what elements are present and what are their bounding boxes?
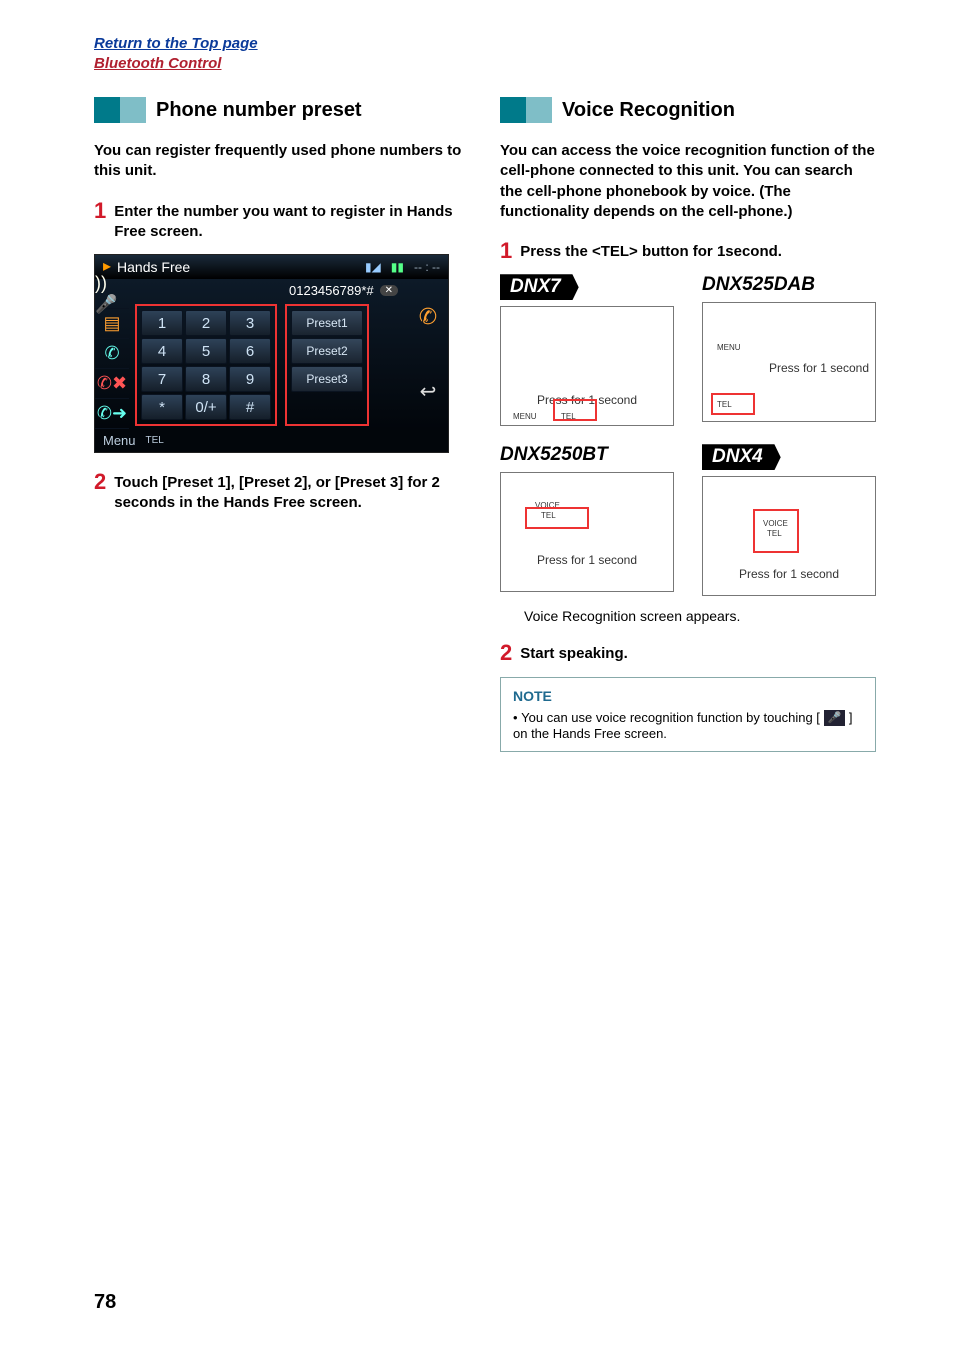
key-3[interactable]: 3	[229, 310, 271, 336]
step-number: 1	[94, 200, 106, 243]
step-text: Start speaking.	[520, 642, 628, 664]
step-number: 2	[500, 642, 512, 664]
incoming-icon[interactable]: ✆	[95, 339, 129, 369]
red-highlight-box	[553, 399, 597, 421]
step-text: Enter the number you want to register in…	[114, 200, 470, 243]
result-text: Voice Recognition screen appears.	[524, 608, 876, 624]
step-1: 1 Enter the number you want to register …	[94, 200, 470, 243]
key-8[interactable]: 8	[185, 366, 227, 392]
key-0[interactable]: 0/+	[185, 394, 227, 420]
preset-1-button[interactable]: Preset1	[291, 310, 363, 336]
section-header-left: Phone number preset	[94, 97, 470, 123]
header-square-light	[120, 97, 146, 123]
missed-icon[interactable]: ✆✖	[95, 369, 129, 399]
section-link[interactable]: Bluetooth Control	[94, 55, 221, 72]
step-text: Touch [Preset 1], [Preset 2], or [Preset…	[114, 471, 470, 514]
model-badge: DNX7	[500, 274, 579, 300]
step-2: 2 Touch [Preset 1], [Preset 2], or [Pres…	[94, 471, 470, 514]
intro-text: You can register frequently used phone n…	[94, 141, 470, 182]
press-caption: Press for 1 second	[769, 361, 869, 375]
note-title: NOTE	[513, 688, 863, 704]
hf-titlebar: ▸ Hands Free ▮◢ ▮▮ -- : --	[95, 255, 448, 279]
return-top-link[interactable]: Return to the Top page	[94, 35, 258, 52]
right-column: Voice Recognition You can access the voi…	[500, 97, 876, 752]
model-grid: DNX7 MENU TEL Press for 1 second DNX525D…	[500, 274, 876, 596]
step-2: 2 Start speaking.	[500, 642, 876, 664]
left-column: Phone number preset You can register fre…	[94, 97, 470, 752]
time-dashes: -- : --	[414, 260, 440, 274]
tel-label: TEL	[146, 435, 164, 446]
red-highlight-box	[711, 393, 755, 415]
model-name: DNX5250BT	[500, 444, 674, 466]
note-body: • You can use voice recognition function…	[513, 710, 863, 742]
red-highlight-box	[525, 507, 589, 529]
model-dnx5250bt: DNX5250BT VOICE TEL Press for 1 second	[500, 444, 674, 596]
key-star[interactable]: *	[141, 394, 183, 420]
model-dnx7: DNX7 MENU TEL Press for 1 second	[500, 274, 674, 426]
display-row: 0123456789*# ✕	[133, 279, 404, 304]
key-4[interactable]: 4	[141, 338, 183, 364]
header-square-dark	[500, 97, 526, 123]
header-square-dark	[94, 97, 120, 123]
back-icon[interactable]: ↩	[420, 379, 437, 404]
device-diagram-dnx525dab: MENU TEL Press for 1 second	[702, 302, 876, 422]
key-1[interactable]: 1	[141, 310, 183, 336]
section-header-right: Voice Recognition	[500, 97, 876, 123]
voice-recognition-icon: 🎤	[824, 710, 846, 726]
dialpad-highlight: 1 2 3 4 5 6 7 8	[135, 304, 277, 426]
hf-left-sidebar: ))🎤 ▤ ✆ ✆✖ ✆➜	[95, 279, 129, 429]
header-square-light	[526, 97, 552, 123]
key-7[interactable]: 7	[141, 366, 183, 392]
top-links: Return to the Top page Bluetooth Control	[94, 34, 876, 73]
note-text-a: You can use voice recognition function b…	[521, 710, 820, 725]
contacts-icon[interactable]: ▤	[95, 309, 129, 339]
menu-btn-label: MENU	[513, 412, 537, 421]
page-number: 78	[94, 1291, 116, 1314]
signal-icon: ▮◢	[365, 260, 381, 274]
key-9[interactable]: 9	[229, 366, 271, 392]
voice-icon[interactable]: ))🎤	[95, 279, 129, 309]
call-icon[interactable]: ✆	[419, 304, 437, 330]
presets-highlight: Preset1 Preset2 Preset3	[285, 304, 369, 426]
key-2[interactable]: 2	[185, 310, 227, 336]
device-diagram-dnx4: VOICE TEL Press for 1 second	[702, 476, 876, 596]
device-diagram-dnx7: MENU TEL Press for 1 second	[500, 306, 674, 426]
key-hash[interactable]: #	[229, 394, 271, 420]
section-title: Phone number preset	[156, 99, 362, 122]
model-name: DNX525DAB	[702, 274, 876, 296]
hands-free-screenshot: ▸ Hands Free ▮◢ ▮▮ -- : -- ))🎤 ▤ ✆ ✆✖ ✆➜	[94, 254, 449, 453]
press-caption: Press for 1 second	[739, 567, 839, 581]
step-number: 1	[500, 240, 512, 262]
model-dnx4: DNX4 VOICE TEL Press for 1 second	[702, 444, 876, 596]
step-1: 1 Press the <TEL> button for 1second.	[500, 240, 876, 262]
note-box: NOTE • You can use voice recognition fun…	[500, 677, 876, 753]
model-dnx525dab: DNX525DAB MENU TEL Press for 1 second	[702, 274, 876, 426]
key-5[interactable]: 5	[185, 338, 227, 364]
menu-btn-label: MENU	[717, 343, 741, 352]
red-highlight-box	[753, 509, 799, 553]
key-6[interactable]: 6	[229, 338, 271, 364]
intro-text: You can access the voice recognition fun…	[500, 141, 876, 222]
preset-2-button[interactable]: Preset2	[291, 338, 363, 364]
clear-icon[interactable]: ✕	[380, 285, 398, 296]
press-caption: Press for 1 second	[537, 553, 637, 567]
preset-3-button[interactable]: Preset3	[291, 366, 363, 392]
menu-label[interactable]: Menu	[103, 433, 136, 448]
step-text: Press the <TEL> button for 1second.	[520, 240, 782, 262]
dialed-number: 0123456789*#	[289, 283, 374, 298]
outgoing-icon[interactable]: ✆➜	[95, 399, 129, 429]
battery-icon: ▮▮	[391, 260, 404, 274]
model-badge: DNX4	[702, 444, 781, 470]
device-diagram-dnx5250bt: VOICE TEL Press for 1 second	[500, 472, 674, 592]
section-title: Voice Recognition	[562, 99, 735, 122]
step-number: 2	[94, 471, 106, 514]
hf-footer: Menu TEL	[95, 429, 448, 452]
